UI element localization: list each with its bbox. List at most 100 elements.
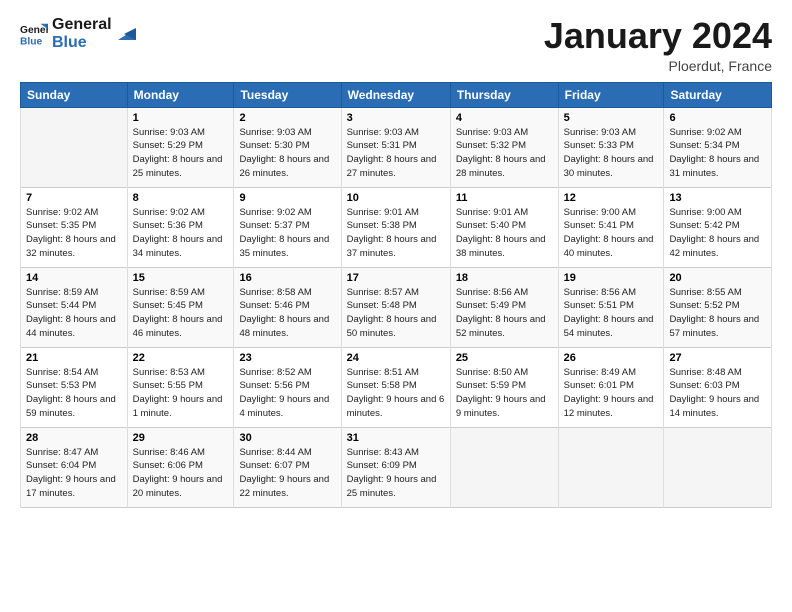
sunrise-text: Sunrise: 8:49 AM [564,367,636,378]
day-cell-28: 27Sunrise: 8:48 AMSunset: 6:03 PMDayligh… [664,347,772,427]
sunrise-text: Sunrise: 8:59 AM [26,287,98,298]
sunset-text: Sunset: 5:38 PM [347,220,417,231]
day-number: 25 [456,352,553,364]
day-cell-4: 3Sunrise: 9:03 AMSunset: 5:31 PMDaylight… [341,107,450,187]
week-row-2: 7Sunrise: 9:02 AMSunset: 5:35 PMDaylight… [21,187,772,267]
sunset-text: Sunset: 5:37 PM [239,220,309,231]
day-info: Sunrise: 8:55 AMSunset: 5:52 PMDaylight:… [669,286,766,341]
daylight-text: Daylight: 8 hours and 50 minutes. [347,314,437,339]
day-info: Sunrise: 9:03 AMSunset: 5:31 PMDaylight:… [347,126,445,181]
day-cell-32: 31Sunrise: 8:43 AMSunset: 6:09 PMDayligh… [341,427,450,507]
day-number: 12 [564,192,659,204]
sunset-text: Sunset: 6:03 PM [669,380,739,391]
col-header-saturday: Saturday [664,82,772,107]
day-cell-25: 24 Sunrise: 8:51 AMSunset: 5:58 PMDayligh… [341,347,450,427]
day-number: 20 [669,272,766,284]
day-info: Sunrise: 8:49 AM Sunset: 6:01 PM Daylight:… [564,366,659,421]
day-cell-12: 11Sunrise: 9:01 AMSunset: 5:40 PMDayligh… [450,187,558,267]
sunset-text: Sunset: 5:44 PM [26,300,96,311]
sunset-text: Sunset: 5:33 PM [564,140,634,151]
month-title: January 2024 [544,16,772,56]
day-cell-15: 14Sunrise: 8:59 AMSunset: 5:44 PMDayligh… [21,267,128,347]
logo-blue: Blue [52,34,112,52]
day-info: Sunrise: 9:02 AMSunset: 5:36 PMDaylight:… [133,206,229,261]
day-cell-17: 16Sunrise: 8:58 AMSunset: 5:46 PMDayligh… [234,267,341,347]
day-number: 4 [456,112,553,124]
day-info: Sunrise: 8:59 AMSunset: 5:44 PMDaylight:… [26,286,122,341]
sunrise-text: Sunrise: 8:44 AM [239,447,311,458]
sunrise-text: Sunrise: 8:47 AM [26,447,98,458]
day-info: Sunrise: 9:00 AMSunset: 5:42 PMDaylight:… [669,206,766,261]
sunset-text: Sunset: 5:55 PM [133,380,203,391]
day-cell-26: 25Sunrise: 8:50 AMSunset: 5:59 PMDayligh… [450,347,558,427]
day-cell-10: 9 Sunrise: 9:02 AM Sunset: 5:37 PM Daylight… [234,187,341,267]
daylight-text: Daylight: 8 hours and 42 minutes. [669,234,759,259]
day-number: 14 [26,272,122,284]
sunset-text: Sunset: 5:52 PM [669,300,739,311]
logo-general: General [52,16,112,34]
week-row-4: 21Sunrise: 8:54 AMSunset: 5:53 PMDayligh… [21,347,772,427]
day-number: 24 [347,352,445,364]
header: General Blue General Blue January 2024 P… [20,16,772,74]
sunset-text: Sunset: 5:36 PM [133,220,203,231]
day-number: 2 [239,112,335,124]
sunrise-text: Sunrise: 8:53 AM [133,367,205,378]
sunrise-text: Sunrise: 8:43 AM [347,447,419,458]
daylight-text: Daylight: 8 hours and 25 minutes. [133,154,223,179]
daylight-text: Daylight: 8 hours and 46 minutes. [133,314,223,339]
day-info: Sunrise: 9:02 AMSunset: 5:35 PMDaylight:… [26,206,122,261]
day-info: Sunrise: 9:03 AMSunset: 5:30 PMDaylight:… [239,126,335,181]
col-header-thursday: Thursday [450,82,558,107]
day-info: Sunrise: 8:46 AMSunset: 6:06 PMDaylight:… [133,446,229,501]
sunrise-text: Sunrise: 8:56 AM [564,287,636,298]
day-cell-34 [558,427,664,507]
day-cell-16: 15Sunrise: 8:59 AMSunset: 5:45 PMDayligh… [127,267,234,347]
sunset-text: Sunset: 5:35 PM [26,220,96,231]
day-info: Sunrise: 8:51 AMSunset: 5:58 PMDaylight:… [347,366,445,421]
header-row: SundayMondayTuesdayWednesdayThursdayFrid… [21,82,772,107]
daylight-text: Daylight: 9 hours and 20 minutes. [133,474,223,499]
day-cell-8: 7Sunrise: 9:02 AMSunset: 5:35 PMDaylight… [21,187,128,267]
daylight-text: Daylight: 9 hours and 9 minutes. [456,394,546,419]
day-number: 9 [239,192,335,204]
day-cell-5: 4 Sunrise: 9:03 AMSunset: 5:32 PMDaylight… [450,107,558,187]
logo-icon: General Blue [20,20,48,48]
sunset-text: Sunset: 5:29 PM [133,140,203,151]
sunrise-text: Sunrise: 8:56 AM [456,287,528,298]
sunrise-text: Sunrise: 9:03 AM [347,127,419,138]
daylight-text: Daylight: 9 hours and 6 minutes. [347,394,445,419]
day-cell-6: 5Sunrise: 9:03 AMSunset: 5:33 PMDaylight… [558,107,664,187]
col-header-friday: Friday [558,82,664,107]
location: Ploerdut, France [544,58,772,74]
day-info: Sunrise: 9:03 AMSunset: 5:32 PMDaylight:… [456,126,553,181]
daylight-text: Daylight: 9 hours and 22 minutes. [239,474,329,499]
day-number: 8 [133,192,229,204]
day-info: Sunrise: 9:03 AMSunset: 5:33 PMDaylight:… [564,126,659,181]
week-row-3: 14 Sunrise: 8:59 AM Sunset: 5:44 PM Dayligh… [21,267,772,347]
col-header-sunday: Sunday [21,82,128,107]
day-cell-11: 10Sunrise: 9:01 AMSunset: 5:38 PMDayligh… [341,187,450,267]
calendar-page: General Blue General Blue January 2024 P… [0,0,792,612]
sunrise-text: Sunrise: 9:03 AM [564,127,636,138]
day-cell-18: 17Sunrise: 8:57 AMSunset: 5:48 PMDayligh… [341,267,450,347]
sunset-text: Sunset: 6:06 PM [133,460,203,471]
daylight-text: Daylight: 8 hours and 48 minutes. [239,314,329,339]
sunset-text: Sunset: 6:07 PM [239,460,309,471]
daylight-text: Daylight: 8 hours and 26 minutes. [239,154,329,179]
sunrise-text: Sunrise: 8:48 AM [669,367,741,378]
calendar-table: SundayMondayTuesdayWednesdayThursdayFrid… [20,82,772,508]
daylight-text: Daylight: 9 hours and 12 minutes. [564,394,654,419]
day-number: 17 [347,272,445,284]
sunset-text: Sunset: 5:40 PM [456,220,526,231]
day-info: Sunrise: 8:47 AMSunset: 6:04 PMDaylight:… [26,446,122,501]
day-info: Sunrise: 8:52 AMSunset: 5:56 PMDaylight:… [239,366,335,421]
sunrise-text: Sunrise: 9:03 AM [133,127,205,138]
sunset-text: Sunset: 6:09 PM [347,460,417,471]
day-cell-14: 13Sunrise: 9:00 AMSunset: 5:42 PMDayligh… [664,187,772,267]
daylight-text: Daylight: 8 hours and 59 minutes. [26,394,116,419]
sunrise-text: Sunrise: 9:00 AM [669,207,741,218]
daylight-text: Daylight: 8 hours and 35 minutes. [239,234,329,259]
sunset-text: Sunset: 6:01 PM [564,380,634,391]
day-cell-35 [664,427,772,507]
sunrise-text: Sunrise: 9:02 AM [239,207,311,218]
